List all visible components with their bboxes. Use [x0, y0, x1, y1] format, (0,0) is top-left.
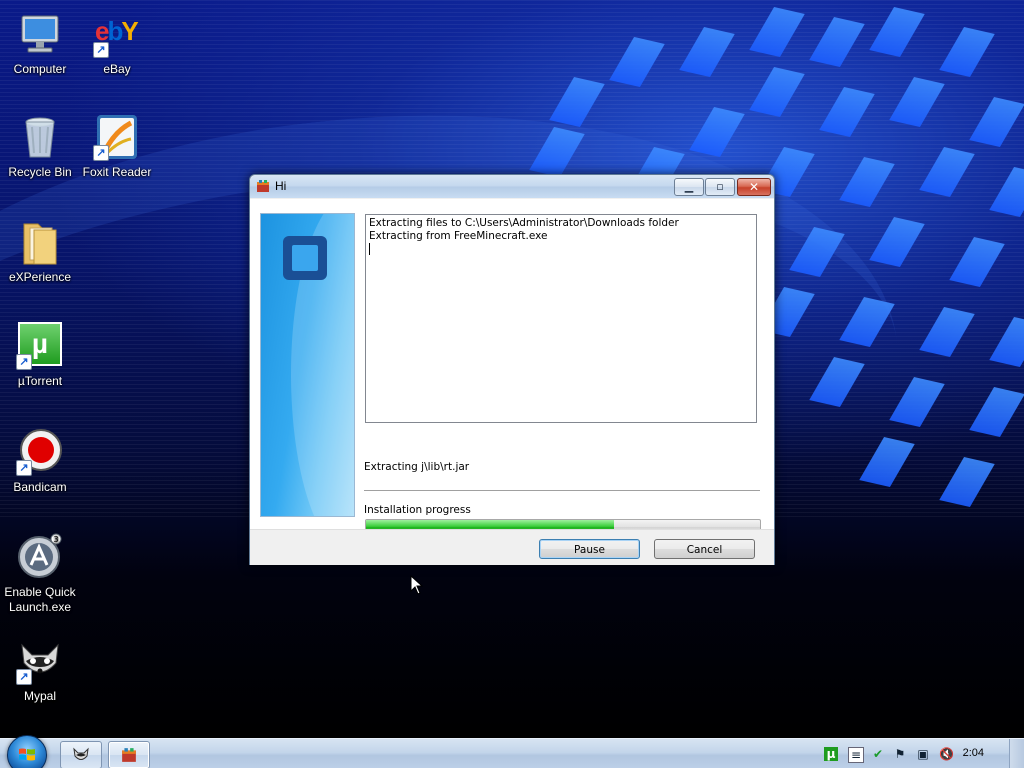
desktop-icon-utorrent[interactable]: µ ↗ µTorrent — [0, 322, 80, 389]
shortcut-arrow-icon: ↗ — [93, 145, 109, 161]
log-line: Extracting from FreeMinecraft.exe — [369, 230, 548, 242]
installer-app-icon — [257, 180, 269, 192]
desktop-icon-label: Recycle Bin — [8, 165, 72, 179]
installer-side-banner — [260, 213, 355, 517]
desktop-icon-recycle-bin[interactable]: Recycle Bin — [0, 113, 80, 180]
desktop-icon-label: Computer — [13, 62, 67, 76]
ebay-icon: ebY ↗ — [93, 16, 139, 58]
minimize-button[interactable]: ▁ — [674, 178, 704, 196]
computer-icon — [16, 10, 64, 58]
volume-muted-icon[interactable]: 🔇 — [939, 747, 954, 761]
taskbar-mypal-button[interactable] — [60, 741, 102, 768]
desktop-icon-foxit-reader[interactable]: ↗ Foxit Reader — [77, 113, 157, 180]
desktop-icon-label: Mypal — [23, 689, 56, 703]
shortcut-arrow-icon: ↗ — [16, 354, 32, 370]
action-center-flag-icon[interactable]: ⚑ — [893, 747, 907, 761]
pause-button[interactable]: Pause — [539, 539, 640, 559]
maximize-button[interactable]: ▫ — [705, 178, 735, 196]
dialog-title: Hi — [275, 179, 287, 193]
network-icon[interactable]: ▣ — [916, 747, 930, 761]
dialog-client-area: Extracting files to C:\Users\Administrat… — [250, 199, 774, 565]
svg-text:3: 3 — [53, 535, 58, 544]
desktop-icon-label: Enable Quick Launch.exe — [4, 585, 76, 614]
desktop-icon-label: Foxit Reader — [82, 165, 152, 179]
maximize-icon: ▫ — [716, 180, 724, 193]
dialog-footer: Pause Cancel — [250, 529, 774, 565]
minimize-icon: ▁ — [684, 180, 694, 193]
dialog-titlebar[interactable]: Hi ▁ ▫ ✕ — [250, 175, 774, 198]
current-file-status: Extracting j\lib\rt.jar — [364, 461, 470, 473]
log-line: Extracting files to C:\Users\Administrat… — [369, 217, 679, 229]
foxit-reader-icon: ↗ — [93, 113, 141, 161]
installer-dialog: Hi ▁ ▫ ✕ Extracting files to C:\Users\Ad… — [249, 174, 775, 565]
shortcut-arrow-icon: ↗ — [16, 460, 32, 476]
desktop-icon-label: Bandicam — [13, 480, 67, 494]
recycle-bin-icon — [16, 113, 64, 161]
close-icon: ✕ — [748, 180, 760, 194]
desktop-icon-mypal[interactable]: ↗ Mypal — [0, 637, 80, 704]
desktop-icon-computer[interactable]: Computer — [0, 10, 80, 77]
extraction-log[interactable]: Extracting files to C:\Users\Administrat… — [365, 214, 757, 423]
desktop-icon-experience[interactable]: eXPerience — [0, 218, 80, 285]
windows-logo-icon — [19, 748, 35, 761]
text-caret — [369, 243, 370, 255]
installer-app-icon — [122, 748, 136, 762]
progress-label: Installation progress — [364, 504, 471, 516]
shortcut-arrow-icon: ↗ — [93, 42, 109, 58]
divider — [364, 490, 760, 492]
shortcut-arrow-icon: ↗ — [16, 669, 32, 685]
utorrent-icon: µ ↗ — [16, 322, 64, 370]
desktop-icon-ebay[interactable]: ebY ↗ eBay — [77, 10, 157, 77]
mypal-icon: ↗ — [16, 637, 64, 685]
utorrent-tray-icon[interactable]: µ — [824, 747, 838, 761]
desktop-icon-quick-launch[interactable]: 3 Enable Quick Launch.exe — [0, 533, 80, 615]
taskbar-installer-button[interactable] — [108, 741, 150, 768]
mypal-icon — [73, 747, 89, 760]
bandicam-icon: ↗ — [16, 428, 64, 476]
show-desktop-button[interactable] — [1009, 739, 1024, 768]
quick-launch-icon: 3 — [16, 533, 64, 581]
cancel-button[interactable]: Cancel — [654, 539, 755, 559]
close-button[interactable]: ✕ — [737, 178, 771, 196]
folder-icon — [16, 218, 64, 266]
taskbar: µ ≡ ✔ ⚑ ▣ 🔇 2:04 — [0, 735, 1024, 768]
security-tray-icon[interactable]: ✔ — [871, 747, 885, 761]
mouse-cursor-icon — [410, 575, 424, 595]
desktop-icon-label: eBay — [103, 62, 131, 76]
taskbar-clock[interactable]: 2:04 — [963, 747, 984, 759]
installer-logo-icon — [283, 236, 327, 280]
document-tray-icon[interactable]: ≡ — [848, 747, 864, 763]
system-tray: µ ≡ ✔ ⚑ ▣ 🔇 2:04 — [794, 739, 1024, 768]
desktop-icon-label: eXPerience — [8, 270, 72, 284]
desktop-icon-label: µTorrent — [17, 374, 63, 388]
start-button[interactable] — [7, 735, 47, 768]
desktop-icon-bandicam[interactable]: ↗ Bandicam — [0, 428, 80, 495]
